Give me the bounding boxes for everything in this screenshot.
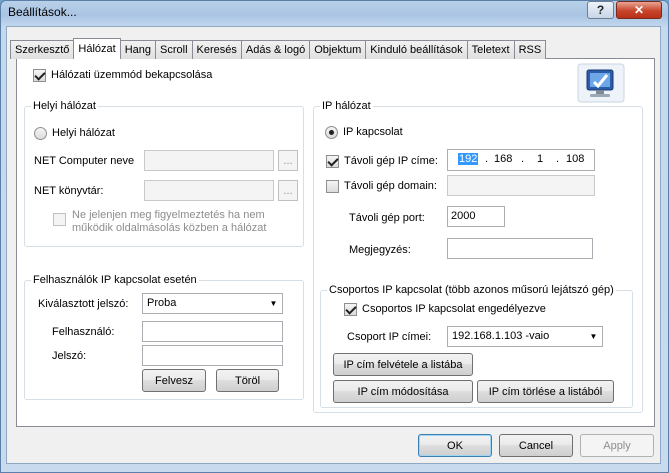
selected-password-select[interactable]: Proba ▼: [142, 293, 283, 314]
chevron-down-icon: ▼: [589, 332, 598, 341]
remote-ip-label: Távoli gép IP címe:: [344, 155, 438, 167]
directory-label: NET könyvtár:: [34, 185, 104, 197]
remote-domain-label: Távoli gép domain:: [344, 180, 437, 192]
ip-dot-2: .: [521, 153, 525, 165]
tab-teletext[interactable]: Teletext: [466, 40, 515, 59]
window-title: Beállítások...: [8, 5, 77, 19]
network-computer-icon: [577, 63, 625, 103]
tab-startup[interactable]: Kinduló beállítások: [365, 40, 468, 59]
help-button[interactable]: ?: [587, 1, 614, 19]
computer-name-browse-button[interactable]: ...: [278, 150, 298, 171]
group-ip-enable-checkbox[interactable]: [344, 303, 357, 316]
tab-search[interactable]: Keresés: [191, 40, 242, 59]
group-addresses-value: 192.168.1.103 -vaio: [452, 330, 550, 342]
modify-ip-button[interactable]: IP cím módosítása: [333, 380, 473, 403]
local-network-radio-label: Helyi hálózat: [52, 127, 115, 139]
ip-octet-2[interactable]: 168: [494, 153, 512, 165]
add-user-button[interactable]: Felvesz: [142, 369, 206, 392]
selected-password-label: Kiválasztott jelszó:: [38, 298, 129, 310]
no-warning-label-line1: Ne jelenjen meg figyelmeztetés ha nem: [72, 209, 265, 221]
users-group-title: Felhasználók IP kapcsolat esetén: [31, 274, 199, 286]
ok-button[interactable]: OK: [418, 434, 492, 457]
ip-dot-1: .: [485, 153, 489, 165]
ip-connection-radio[interactable]: [325, 126, 338, 139]
chevron-down-icon: ▼: [269, 299, 278, 308]
tab-network[interactable]: Hálózat: [73, 38, 121, 59]
tab-sound[interactable]: Hang: [119, 40, 157, 59]
group-addresses-label: Csoport IP címei:: [347, 331, 432, 343]
note-input[interactable]: [447, 238, 593, 259]
cancel-button[interactable]: Cancel: [499, 434, 573, 457]
ip-octet-3[interactable]: 1: [537, 153, 543, 165]
tab-rss[interactable]: RSS: [513, 40, 547, 59]
directory-browse-button[interactable]: ...: [278, 180, 298, 201]
delete-user-button[interactable]: Töröl: [216, 369, 279, 392]
computer-name-input[interactable]: [144, 150, 274, 171]
tab-object[interactable]: Objektum: [309, 40, 367, 59]
ip-connection-radio-label: IP kapcsolat: [343, 126, 403, 138]
ip-octet-4[interactable]: 108: [566, 153, 584, 165]
ip-octet-1[interactable]: 192: [458, 153, 479, 165]
network-mode-checkbox[interactable]: [33, 69, 46, 82]
tab-editor[interactable]: Szerkesztő: [10, 40, 75, 59]
group-ip-title: Csoportos IP kapcsolat (több azonos műso…: [327, 284, 616, 296]
remote-domain-input[interactable]: [447, 175, 595, 196]
no-warning-checkbox[interactable]: [53, 213, 66, 226]
tab-strip: Szerkesztő Hálózat Hang Scroll Keresés A…: [10, 38, 547, 59]
ip-network-title: IP hálózat: [320, 100, 373, 112]
close-button[interactable]: ✕: [616, 1, 662, 19]
local-network-radio[interactable]: [34, 127, 47, 140]
no-warning-label-line2: működik oldalmásolás közben a hálózat: [72, 222, 267, 234]
ip-dot-3: .: [556, 153, 560, 165]
password-input[interactable]: [142, 345, 283, 366]
remote-port-label: Távoli gép port:: [349, 212, 425, 224]
remote-ip-input[interactable]: 192 . 168 . 1 . 108: [447, 149, 595, 171]
tab-broadcast-logo[interactable]: Adás & logó: [240, 40, 311, 59]
group-addresses-select[interactable]: 192.168.1.103 -vaio ▼: [447, 326, 603, 347]
local-network-title: Helyi hálózat: [31, 100, 98, 112]
user-label: Felhasználó:: [52, 326, 115, 338]
directory-input[interactable]: [144, 180, 274, 201]
remote-ip-checkbox[interactable]: [326, 155, 339, 168]
remote-port-input[interactable]: 2000: [447, 206, 505, 227]
note-label: Megjegyzés:: [349, 244, 411, 256]
network-mode-label: Hálózati üzemmód bekapcsolása: [51, 69, 213, 81]
delete-ip-button[interactable]: IP cím törlése a listából: [477, 380, 614, 403]
password-label: Jelszó:: [52, 350, 87, 362]
tab-scroll[interactable]: Scroll: [155, 40, 193, 59]
add-ip-button[interactable]: IP cím felvétele a listába: [333, 353, 473, 376]
computer-name-label: NET Computer neve: [34, 155, 135, 167]
user-input[interactable]: [142, 321, 283, 342]
apply-button[interactable]: Apply: [580, 434, 654, 457]
remote-domain-checkbox[interactable]: [326, 180, 339, 193]
group-ip-enable-label: Csoportos IP kapcsolat engedélyezve: [362, 303, 546, 315]
selected-password-value: Proba: [147, 297, 177, 309]
